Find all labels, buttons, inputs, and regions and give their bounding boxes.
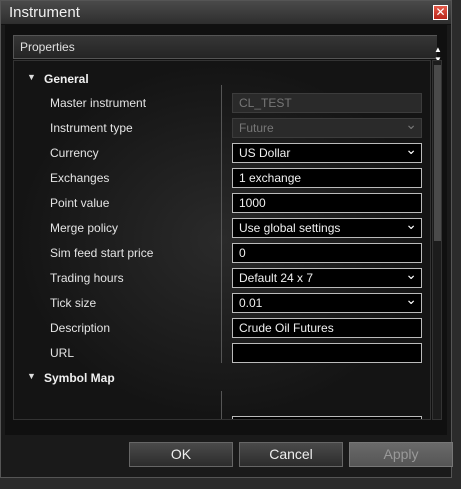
currency-select[interactable]: US Dollar ⌄ — [232, 141, 422, 163]
property-row-exchanges: Exchanges 1 exchange — [14, 165, 430, 189]
property-row-description: Description Crude Oil Futures — [14, 315, 430, 339]
property-label: Exchanges — [50, 171, 110, 185]
master-instrument-field: CL_TEST — [232, 93, 422, 113]
properties-header: Properties — [13, 35, 437, 59]
property-row-url: URL — [14, 340, 430, 364]
cancel-button[interactable]: Cancel — [239, 442, 343, 467]
property-label: Trading hours — [50, 271, 124, 285]
field-value: 1 exchange — [239, 171, 302, 185]
url-field[interactable] — [232, 343, 422, 363]
category-label: Symbol Map — [44, 371, 115, 385]
instrument-type-select: Future ⌄ — [232, 116, 422, 138]
property-label: URL — [50, 346, 75, 360]
property-label: Barchart.com — [50, 419, 121, 420]
collapse-arrow-icon[interactable]: ▼ — [27, 72, 36, 82]
chevron-down-icon[interactable]: ⌄ — [405, 216, 417, 233]
instrument-window: Instrument ✕ Properties ▲ ▼ ▼ General Ma… — [0, 0, 453, 478]
category-label: General — [44, 72, 89, 86]
scrollbar-thumb[interactable] — [434, 65, 441, 241]
property-label: Instrument type — [50, 121, 133, 135]
collapse-arrow-icon[interactable]: ▼ — [27, 371, 36, 381]
property-grid: ▼ General Master instrument CL_TEST Instru… — [13, 60, 431, 420]
barchart-com-field[interactable]: CL_TEST — [232, 416, 422, 420]
field-value: CL_TEST — [239, 419, 292, 420]
property-row-instrument-type: Instrument type Future ⌄ — [14, 115, 430, 139]
property-row-point-value: Point value 1000 — [14, 190, 430, 214]
property-row-merge-policy: Merge policy Use global settings ⌄ — [14, 215, 430, 239]
property-label: Sim feed start price — [50, 246, 154, 260]
property-label: Tick size — [50, 296, 97, 310]
property-row-sim-feed-start-price: Sim feed start price 0 — [14, 240, 430, 264]
point-value-field[interactable]: 1000 — [232, 193, 422, 213]
description-field[interactable]: Crude Oil Futures — [232, 318, 422, 338]
title-bar[interactable]: Instrument ✕ — [1, 1, 451, 25]
property-row-barchart-com: Barchart.com CL_TEST — [14, 413, 430, 420]
field-value: US Dollar — [239, 146, 291, 160]
property-label: Currency — [50, 146, 99, 160]
field-value: 0 — [239, 246, 246, 260]
field-value: Use global settings — [239, 221, 341, 235]
field-value: CL_TEST — [239, 96, 292, 110]
property-row-currency: Currency US Dollar ⌄ — [14, 140, 430, 164]
field-value: 0.01 — [239, 296, 263, 310]
category-general[interactable]: ▼ General — [14, 66, 430, 90]
property-label: Merge policy — [50, 221, 119, 235]
apply-button[interactable]: Apply — [349, 442, 453, 467]
chevron-down-icon: ⌄ — [405, 116, 417, 132]
field-value: Default 24 x 7 — [239, 271, 314, 285]
field-value: Future — [239, 121, 274, 135]
scroll-up-arrow-icon[interactable]: ▲ — [433, 45, 443, 55]
trading-hours-select[interactable]: Default 24 x 7 ⌄ — [232, 266, 422, 288]
exchanges-field[interactable]: 1 exchange — [232, 168, 422, 188]
ok-button[interactable]: OK — [129, 442, 233, 467]
property-row-trading-hours: Trading hours Default 24 x 7 ⌄ — [14, 265, 430, 289]
window-title: Instrument — [9, 4, 80, 21]
merge-policy-select[interactable]: Use global settings ⌄ — [232, 216, 422, 238]
chevron-down-icon[interactable]: ⌄ — [405, 266, 417, 283]
tick-size-select[interactable]: 0.01 ⌄ — [232, 291, 422, 313]
property-label: Master instrument — [50, 96, 147, 110]
window-body: Properties ▲ ▼ ▼ General Master instrume… — [5, 25, 447, 435]
property-label: Point value — [50, 196, 110, 210]
field-value: 1000 — [239, 196, 266, 210]
chevron-down-icon[interactable]: ⌄ — [405, 141, 417, 158]
properties-title: Properties — [20, 40, 75, 54]
close-button[interactable]: ✕ — [433, 5, 448, 20]
property-label: Description — [50, 321, 111, 335]
chevron-down-icon[interactable]: ⌄ — [405, 291, 417, 308]
property-row-master-instrument: Master instrument CL_TEST — [14, 90, 430, 114]
field-value: Crude Oil Futures — [239, 321, 334, 335]
property-row-tick-size: Tick size 0.01 ⌄ — [14, 290, 430, 314]
category-symbol-map[interactable]: ▼ Symbol Map — [14, 365, 430, 389]
sim-feed-start-price-field[interactable]: 0 — [232, 243, 422, 263]
vertical-scrollbar[interactable] — [432, 60, 442, 420]
